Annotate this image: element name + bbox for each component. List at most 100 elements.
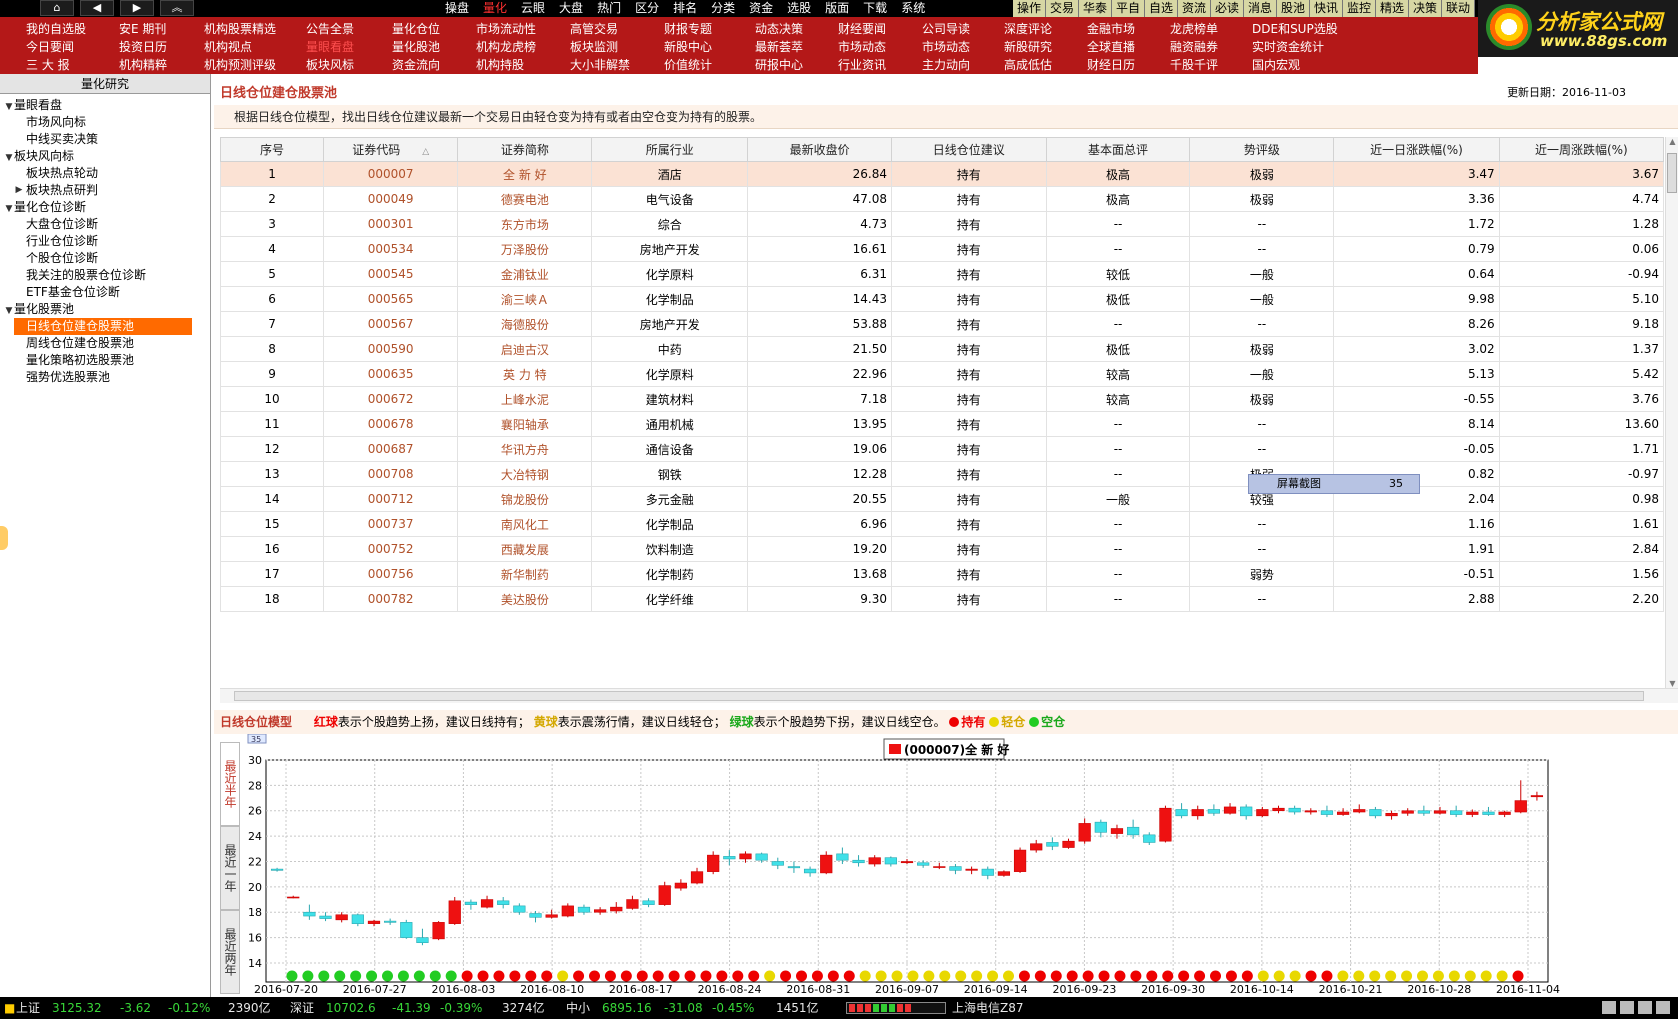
table-row[interactable]: 8 000590 启迪古汉 中药 21.50 持有 极低 极弱 3.02 1.37: [220, 336, 1664, 362]
window-icon[interactable]: [1602, 1001, 1616, 1014]
nav-link[interactable]: 今日要闻: [26, 38, 86, 56]
function-tab[interactable]: 资流: [1178, 0, 1211, 17]
nav-link[interactable]: 全球直播: [1087, 38, 1135, 56]
nav-link[interactable]: 龙虎榜单: [1170, 20, 1218, 38]
table-row[interactable]: 11 000678 襄阳轴承 通用机械 13.95 持有 -- -- 8.14 13.60: [220, 411, 1664, 437]
table-cell[interactable]: 000756: [323, 561, 459, 587]
menu-item[interactable]: 区分: [628, 0, 666, 17]
table-cell[interactable]: 000007: [323, 161, 459, 187]
menu-item[interactable]: 选股: [780, 0, 818, 17]
tab-two-years[interactable]: 最近两年: [220, 910, 240, 994]
table-cell[interactable]: 大冶特钢: [457, 461, 593, 487]
tab-half-year[interactable]: 最近半年: [220, 742, 240, 826]
table-cell[interactable]: 启迪古汉: [457, 336, 593, 362]
table-row[interactable]: 6 000565 渝三峡Ａ 化学制品 14.43 持有 极低 一般 9.98 5.10: [220, 286, 1664, 312]
nav-link[interactable]: 机构持股: [476, 56, 536, 74]
table-row[interactable]: 5 000545 金浦钛业 化学原料 6.31 持有 较低 一般 0.64 -0.94: [220, 261, 1664, 287]
table-cell[interactable]: 锦龙股份: [457, 486, 593, 512]
nav-link[interactable]: 新股研究: [1004, 38, 1052, 56]
function-tab[interactable]: 操作: [1013, 0, 1046, 17]
table-cell[interactable]: 东方市场: [457, 211, 593, 237]
column-header[interactable]: 序号: [220, 137, 325, 162]
function-tab[interactable]: 联动: [1442, 0, 1475, 17]
table-row[interactable]: 12 000687 华讯方舟 通信设备 19.06 持有 -- -- -0.05 1.71: [220, 436, 1664, 462]
menu-item[interactable]: 资金: [742, 0, 780, 17]
column-header[interactable]: 势评级: [1189, 137, 1335, 162]
table-row[interactable]: 3 000301 东方市场 综合 4.73 持有 -- -- 1.72 1.28: [220, 211, 1664, 237]
function-tab[interactable]: 股池: [1277, 0, 1310, 17]
table-cell[interactable]: 上峰水泥: [457, 386, 593, 412]
hscroll-thumb[interactable]: [234, 691, 1644, 701]
table-row[interactable]: 4 000534 万泽股份 房地产开发 16.61 持有 -- -- 0.79 0.06: [220, 236, 1664, 262]
nav-link[interactable]: 量化股池: [392, 38, 440, 56]
nav-link[interactable]: 价值统计: [664, 56, 712, 74]
tree-item[interactable]: 中线买卖决策: [0, 131, 210, 148]
table-cell[interactable]: 万泽股份: [457, 236, 593, 262]
scroll-up-icon[interactable]: ▲: [1666, 137, 1678, 150]
menu-item[interactable]: 操盘: [438, 0, 476, 17]
table-cell[interactable]: 000049: [323, 186, 459, 212]
nav-link[interactable]: 高管交易: [570, 20, 630, 38]
table-cell[interactable]: 000534: [323, 236, 459, 262]
table-cell[interactable]: 000752: [323, 536, 459, 562]
tree-item[interactable]: 量化策略初选股票池: [0, 352, 210, 369]
column-header[interactable]: 最新收盘价: [747, 137, 892, 162]
table-row[interactable]: 7 000567 海德股份 房地产开发 53.88 持有 -- -- 8.26 9.18: [220, 311, 1664, 337]
menu-item[interactable]: 排名: [666, 0, 704, 17]
tree-item[interactable]: ▶ 板块热点研判: [0, 182, 210, 199]
nav-link[interactable]: 新股中心: [664, 38, 712, 56]
table-row[interactable]: 18 000782 美达股份 化学纤维 9.30 持有 -- -- 2.88 2.20: [220, 586, 1664, 612]
column-header[interactable]: 近一日涨跌幅(%): [1333, 137, 1500, 162]
sidebar-collapse-grip[interactable]: [0, 526, 8, 550]
table-cell[interactable]: 000678: [323, 411, 459, 437]
nav-link[interactable]: 财报专题: [664, 20, 712, 38]
table-cell[interactable]: 美达股份: [457, 586, 593, 612]
nav-link[interactable]: 动态决策: [755, 20, 803, 38]
nav-link[interactable]: 投资日历: [119, 38, 167, 56]
home-icon[interactable]: ⌂: [40, 0, 74, 16]
table-cell[interactable]: 000567: [323, 311, 459, 337]
table-cell[interactable]: 金浦钛业: [457, 261, 593, 287]
nav-link[interactable]: 最新荟萃: [755, 38, 803, 56]
nav-link[interactable]: 财经要闻: [838, 20, 886, 38]
table-row[interactable]: 10 000672 上峰水泥 建筑材料 7.18 持有 较高 极弱 -0.55 3.76: [220, 386, 1664, 412]
table-cell[interactable]: 000545: [323, 261, 459, 287]
back-icon[interactable]: ◀: [80, 0, 114, 16]
tree-group[interactable]: ▼ 量化股票池: [0, 301, 210, 318]
nav-link[interactable]: 量化仓位: [392, 20, 440, 38]
nav-link[interactable]: 公司导读: [922, 20, 970, 38]
column-header[interactable]: 所属行业: [591, 137, 749, 162]
sound-icon[interactable]: [1620, 1001, 1634, 1014]
function-tab[interactable]: 交易: [1046, 0, 1079, 17]
sort-asc-icon[interactable]: △: [422, 147, 429, 157]
table-cell[interactable]: 全 新 好: [457, 161, 593, 187]
table-cell[interactable]: 000672: [323, 386, 459, 412]
table-row[interactable]: 17 000756 新华制药 化学制药 13.68 持有 -- 弱势 -0.51 1.56: [220, 561, 1664, 587]
nav-link[interactable]: 机构精粹: [119, 56, 167, 74]
function-tab[interactable]: 监控: [1343, 0, 1376, 17]
nav-link[interactable]: 国内宏观: [1252, 56, 1338, 74]
table-cell[interactable]: 000565: [323, 286, 459, 312]
table-horizontal-scrollbar[interactable]: [220, 688, 1678, 703]
column-header[interactable]: 证券代码 △: [323, 137, 459, 162]
tree-item[interactable]: 板块热点轮动: [0, 165, 210, 182]
table-cell[interactable]: 000737: [323, 511, 459, 537]
scroll-thumb[interactable]: [1667, 153, 1677, 193]
nav-link[interactable]: 高成低估: [1004, 56, 1052, 74]
function-tab[interactable]: 必读: [1211, 0, 1244, 17]
table-cell[interactable]: 新华制药: [457, 561, 593, 587]
table-row[interactable]: 14 000712 锦龙股份 多元金融 20.55 持有 一般 较强 2.04 0.98: [220, 486, 1664, 512]
tree-item[interactable]: 行业仓位诊断: [0, 233, 210, 250]
nav-link[interactable]: 公告全景: [306, 20, 354, 38]
table-cell[interactable]: 000687: [323, 436, 459, 462]
nav-link[interactable]: 市场流动性: [476, 20, 536, 38]
menu-item[interactable]: 云眼: [514, 0, 552, 17]
menu-item[interactable]: 版面: [818, 0, 856, 17]
tree-group[interactable]: ▼ 板块风向标: [0, 148, 210, 165]
tree-item[interactable]: 强势优选股票池: [0, 369, 210, 386]
tree-item[interactable]: 市场风向标: [0, 114, 210, 131]
nav-link[interactable]: 金融市场: [1087, 20, 1135, 38]
menu-item[interactable]: 系统: [894, 0, 932, 17]
tab-one-year[interactable]: 最近一年: [220, 826, 240, 910]
nav-link[interactable]: 安E 期刊: [119, 20, 167, 38]
